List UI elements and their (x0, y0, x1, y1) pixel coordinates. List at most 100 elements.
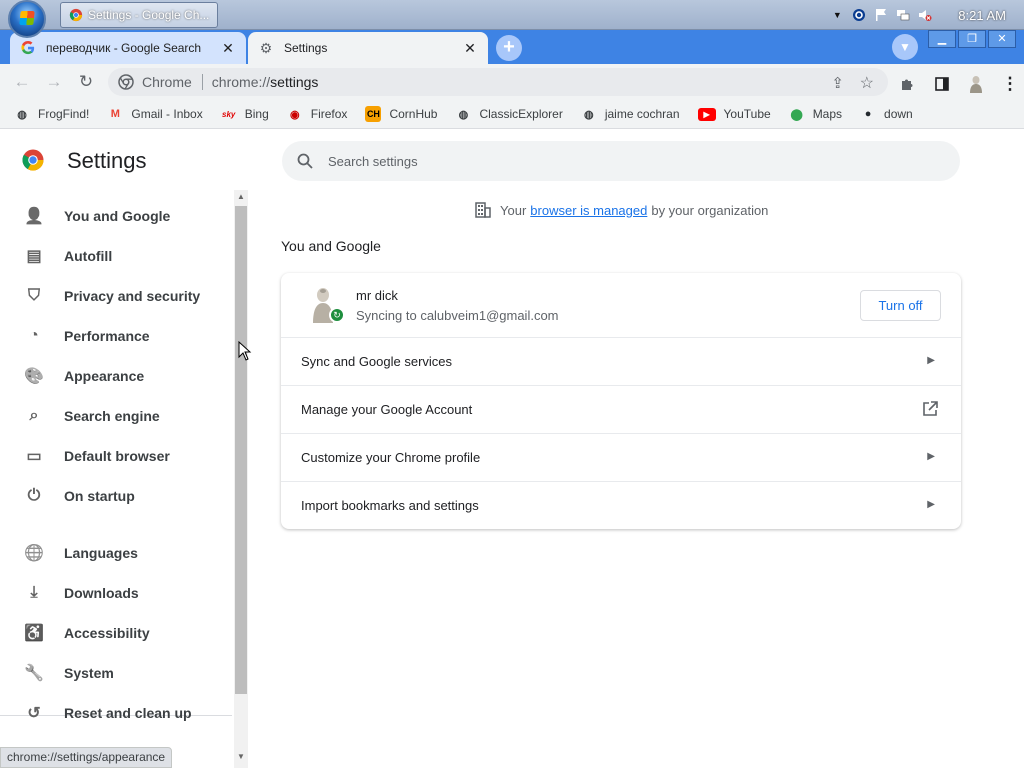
sidebar-item-system[interactable]: 🔧 System (0, 653, 232, 693)
window-close-button[interactable]: ✕ (988, 30, 1016, 48)
scrollbar-thumb[interactable] (235, 206, 247, 694)
profile-name: mr dick (356, 288, 398, 303)
sidebar-item-on-startup[interactable]: ⏻ On startup (0, 476, 232, 516)
sidebar-item-privacy-and-security[interactable]: ⛉ Privacy and security (0, 276, 232, 316)
turn-off-sync-button[interactable]: Turn off (860, 290, 941, 321)
sidebar-item-label: Appearance (64, 368, 145, 384)
arrow-right-icon: ▶ (927, 355, 935, 366)
sync-icon: ↻ (329, 307, 345, 323)
sidebar-item-you-and-google[interactable]: 👤 You and Google (0, 196, 232, 236)
arrow-left-icon: ← (13, 72, 31, 91)
minimize-button[interactable]: ▁ (928, 30, 956, 48)
wrench-icon: 🔧 (24, 665, 44, 682)
bookmark-item[interactable]: ◍ jaime cochran (581, 106, 680, 122)
bookmark-label: Firefox (310, 107, 348, 121)
restore-button[interactable]: ❐ (958, 30, 986, 48)
sidebar-item-languages[interactable]: 🌐 Languages (0, 533, 232, 573)
bookmark-label: Gmail - Inbox (131, 107, 203, 121)
close-icon[interactable]: ✕ (462, 40, 478, 57)
page-title: Settings (67, 148, 147, 173)
sync-status: Syncing to calubveim1@gmail.com (356, 308, 559, 323)
volume-muted-icon[interactable] (918, 8, 932, 22)
search-icon (297, 153, 313, 169)
taskbar-window-label: Settings - Google Ch... (88, 8, 210, 22)
you-and-google-card: ↻ mr dick Syncing to calubveim1@gmail.co… (281, 273, 961, 529)
globe-icon: 🌐 (24, 545, 44, 562)
side-panel-button[interactable] (926, 68, 958, 100)
sidebar-scrollbar[interactable]: ▲ ▼ (234, 190, 248, 768)
shield-icon: ⛉ (27, 287, 40, 304)
new-tab-button[interactable]: + (496, 35, 522, 61)
app-tray-icon[interactable] (852, 8, 866, 22)
tab-search-button[interactable]: ▼ (892, 34, 918, 60)
sidebar-item-appearance[interactable]: 🎨 Appearance (0, 356, 232, 396)
sidebar-item-label: Performance (64, 328, 150, 344)
start-button[interactable] (8, 0, 46, 38)
profile-row: ↻ mr dick Syncing to calubveim1@gmail.co… (281, 273, 961, 337)
more-vert-icon: ⋮ (1001, 74, 1019, 93)
tab-google-search[interactable]: переводчик - Google Search ✕ (10, 32, 246, 64)
bookmark-item[interactable]: CH CornHub (365, 106, 437, 122)
bookmark-item[interactable]: ◉ Firefox (287, 106, 348, 122)
scroll-up-arrow-icon[interactable]: ▲ (234, 192, 248, 204)
bookmark-label: jaime cochran (604, 107, 680, 121)
sidebar-item-default-browser[interactable]: ▭ Default browser (0, 436, 232, 476)
sidebar-item-label: Languages (64, 545, 138, 561)
bookmark-item[interactable]: ◍ ClassicExplorer (455, 106, 563, 122)
clock[interactable]: 8:21 AM (958, 8, 1006, 23)
profile-button[interactable] (960, 68, 992, 100)
customize-profile-row[interactable]: Customize your Chrome profile ▶ (281, 433, 961, 481)
bookmark-item[interactable]: ▶ YouTube (697, 107, 771, 121)
taskbar-window-button[interactable]: Settings - Google Ch... (60, 2, 218, 28)
sidebar-item-accessibility[interactable]: ♿ Accessibility (0, 613, 232, 653)
avatar-icon (970, 76, 982, 93)
address-bar[interactable]: Chrome chrome://settings ⇪ ☆ (108, 68, 888, 96)
sidebar-item-reset-and-clean-up[interactable]: ↺ Reset and clean up (0, 693, 232, 733)
bookmark-label: CornHub (389, 107, 438, 121)
chrome-logo-icon (22, 149, 44, 171)
reload-icon: ↻ (78, 72, 94, 91)
sidebar-item-label: Default browser (64, 448, 170, 464)
menu-button[interactable]: ⋮ (994, 68, 1024, 100)
sidebar-item-downloads[interactable]: ⤓ Downloads (0, 573, 232, 613)
chevron-down-icon: ▼ (899, 40, 911, 54)
search-settings-input[interactable]: Search settings (282, 141, 960, 181)
share-icon[interactable]: ⇪ (831, 74, 844, 92)
bookmark-item[interactable]: ● down (860, 106, 913, 122)
flag-icon[interactable] (874, 8, 888, 22)
palette-icon: 🎨 (24, 368, 44, 385)
url-scheme: chrome:// (211, 74, 271, 90)
browser-managed-link[interactable]: browser is managed (530, 203, 647, 218)
extensions-button[interactable] (892, 68, 924, 100)
forward-button[interactable]: → (38, 66, 70, 98)
scroll-down-arrow-icon[interactable]: ▼ (234, 752, 248, 764)
sidebar-item-search-engine[interactable]: ⌕ Search engine (0, 396, 232, 436)
reload-button[interactable]: ↻ (70, 66, 102, 98)
system-tray: ▼ 8:21 AM (830, 0, 1024, 30)
sidebar-item-performance[interactable]: ◔ Performance (0, 316, 232, 356)
bookmark-item[interactable]: ⬤ Maps (789, 106, 843, 122)
close-icon[interactable]: ✕ (220, 40, 236, 57)
mouse-cursor-icon (238, 341, 252, 361)
bookmark-item[interactable]: sky Bing (221, 106, 269, 122)
manage-account-row[interactable]: Manage your Google Account (281, 385, 961, 433)
search-placeholder: Search settings (328, 153, 418, 169)
bookmarks-bar: ◍ FrogFind! M Gmail - Inbox sky Bing ◉ Firefox C… (0, 100, 1024, 129)
sidebar-item-label: Search engine (64, 408, 160, 424)
import-bookmarks-row[interactable]: Import bookmarks and settings ▶ (281, 481, 961, 529)
sync-services-row[interactable]: Sync and Google services ▶ (281, 337, 961, 385)
bookmark-item[interactable]: ◍ FrogFind! (14, 106, 89, 122)
bookmark-item[interactable]: M Gmail - Inbox (107, 106, 203, 122)
download-icon: ⤓ (30, 584, 38, 601)
sidebar-item-label: System (64, 665, 114, 681)
back-button[interactable]: ← (6, 66, 38, 98)
bookmark-label: FrogFind! (38, 107, 90, 121)
sidebar-item-label: Downloads (64, 585, 139, 601)
star-icon[interactable]: ☆ (860, 73, 874, 93)
sidebar-item-autofill[interactable]: ▤ Autofill (0, 236, 232, 276)
chevron-down-icon[interactable]: ▼ (830, 8, 844, 22)
bookmark-label: ClassicExplorer (479, 107, 563, 121)
tab-settings[interactable]: ⚙ Settings ✕ (248, 32, 488, 64)
arrow-right-icon: ▶ (927, 451, 935, 462)
network-icon[interactable] (896, 8, 910, 22)
